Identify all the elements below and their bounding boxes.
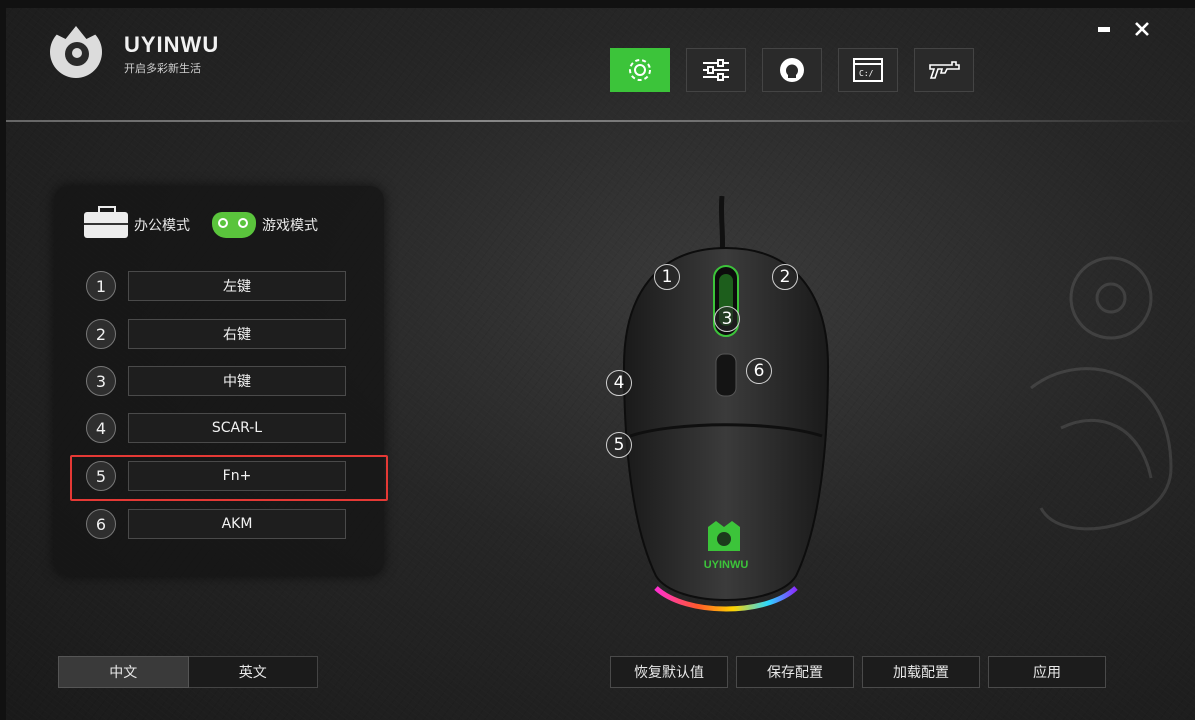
mapping-field[interactable]: 中键 [128, 366, 346, 396]
mapping-row-4: 4 SCAR-L [86, 413, 346, 443]
mapping-row-6: 6 AKM [86, 509, 346, 539]
owl-logo-icon [50, 26, 102, 78]
button-number: 4 [86, 413, 116, 443]
lang-zh-button[interactable]: 中文 [58, 656, 189, 688]
gear-icon [629, 59, 651, 81]
callout-1[interactable]: 1 [654, 264, 680, 290]
mapping-row-2: 2 右键 [86, 319, 346, 349]
mouse-diagram: UYINWU 1 2 3 4 6 5 [596, 195, 856, 626]
mapping-field[interactable]: 右键 [128, 319, 346, 349]
callout-4[interactable]: 4 [606, 370, 632, 396]
action-bar: 恢复默认值 保存配置 加载配置 应用 [610, 656, 1106, 688]
load-config-button[interactable]: 加载配置 [862, 656, 980, 688]
sliders-icon [703, 59, 729, 81]
header-divider [6, 120, 1195, 122]
office-mode-label: 办公模式 [134, 218, 190, 234]
lightbulb-icon [780, 58, 804, 82]
mapping-row-1: 1 左键 [86, 271, 346, 301]
settings-tab[interactable] [610, 48, 670, 92]
mode-selector: 办公模式 游戏模式 [84, 206, 332, 238]
restore-defaults-button[interactable]: 恢复默认值 [610, 656, 728, 688]
game-mode-label: 游戏模式 [262, 218, 318, 234]
office-mode-button[interactable]: 办公模式 [84, 206, 190, 238]
callout-5[interactable]: 5 [606, 432, 632, 458]
callout-6[interactable]: 6 [746, 358, 772, 384]
main-toolbar: C:/ [610, 48, 974, 92]
language-switch: 中文 英文 [58, 656, 318, 688]
briefcase-icon [84, 206, 128, 238]
close-button[interactable] [1133, 20, 1151, 38]
gamepad-icon [212, 212, 256, 238]
button-number: 3 [86, 366, 116, 396]
brand-logo: UYINWU 开启多彩新生活 [50, 26, 260, 78]
mapping-field[interactable]: SCAR-L [128, 413, 346, 443]
close-icon [1135, 22, 1149, 36]
minimize-button[interactable] [1095, 20, 1113, 38]
mapping-field[interactable]: AKM [128, 509, 346, 539]
lighting-tab[interactable] [762, 48, 822, 92]
button-mapping-panel: 办公模式 游戏模式 1 左键 2 右键 3 中键 4 SCAR-L 5 Fn+ … [54, 186, 384, 576]
window-controls [1095, 20, 1151, 38]
mapping-row-3: 3 中键 [86, 366, 346, 396]
app-window: UYINWU 开启多彩新生活 C:/ 办公模式 游戏模式 1 左键 2 右键 3… [6, 8, 1195, 720]
apply-button[interactable]: 应用 [988, 656, 1106, 688]
save-config-button[interactable]: 保存配置 [736, 656, 854, 688]
terminal-text: C:/ [859, 69, 874, 78]
mapping-field[interactable]: 左键 [128, 271, 346, 301]
callout-2[interactable]: 2 [772, 264, 798, 290]
terminal-icon: C:/ [853, 58, 883, 82]
button-number: 6 [86, 509, 116, 539]
adjust-tab[interactable] [686, 48, 746, 92]
weapon-tab[interactable] [914, 48, 974, 92]
gun-icon [929, 61, 960, 79]
minimize-icon [1098, 27, 1110, 32]
selected-row-highlight [70, 455, 388, 501]
owl-watermark-icon [1030, 256, 1173, 531]
mouse-logo-text: UYINWU [704, 559, 749, 571]
macro-tab[interactable]: C:/ [838, 48, 898, 92]
callout-3[interactable]: 3 [714, 306, 740, 332]
button-number: 2 [86, 319, 116, 349]
brand-name: UYINWU [124, 32, 220, 57]
game-mode-button[interactable]: 游戏模式 [212, 212, 318, 238]
button-number: 1 [86, 271, 116, 301]
lang-en-button[interactable]: 英文 [188, 656, 318, 688]
brand-tagline: 开启多彩新生活 [124, 62, 201, 75]
mouse-image: UYINWU [622, 195, 830, 612]
